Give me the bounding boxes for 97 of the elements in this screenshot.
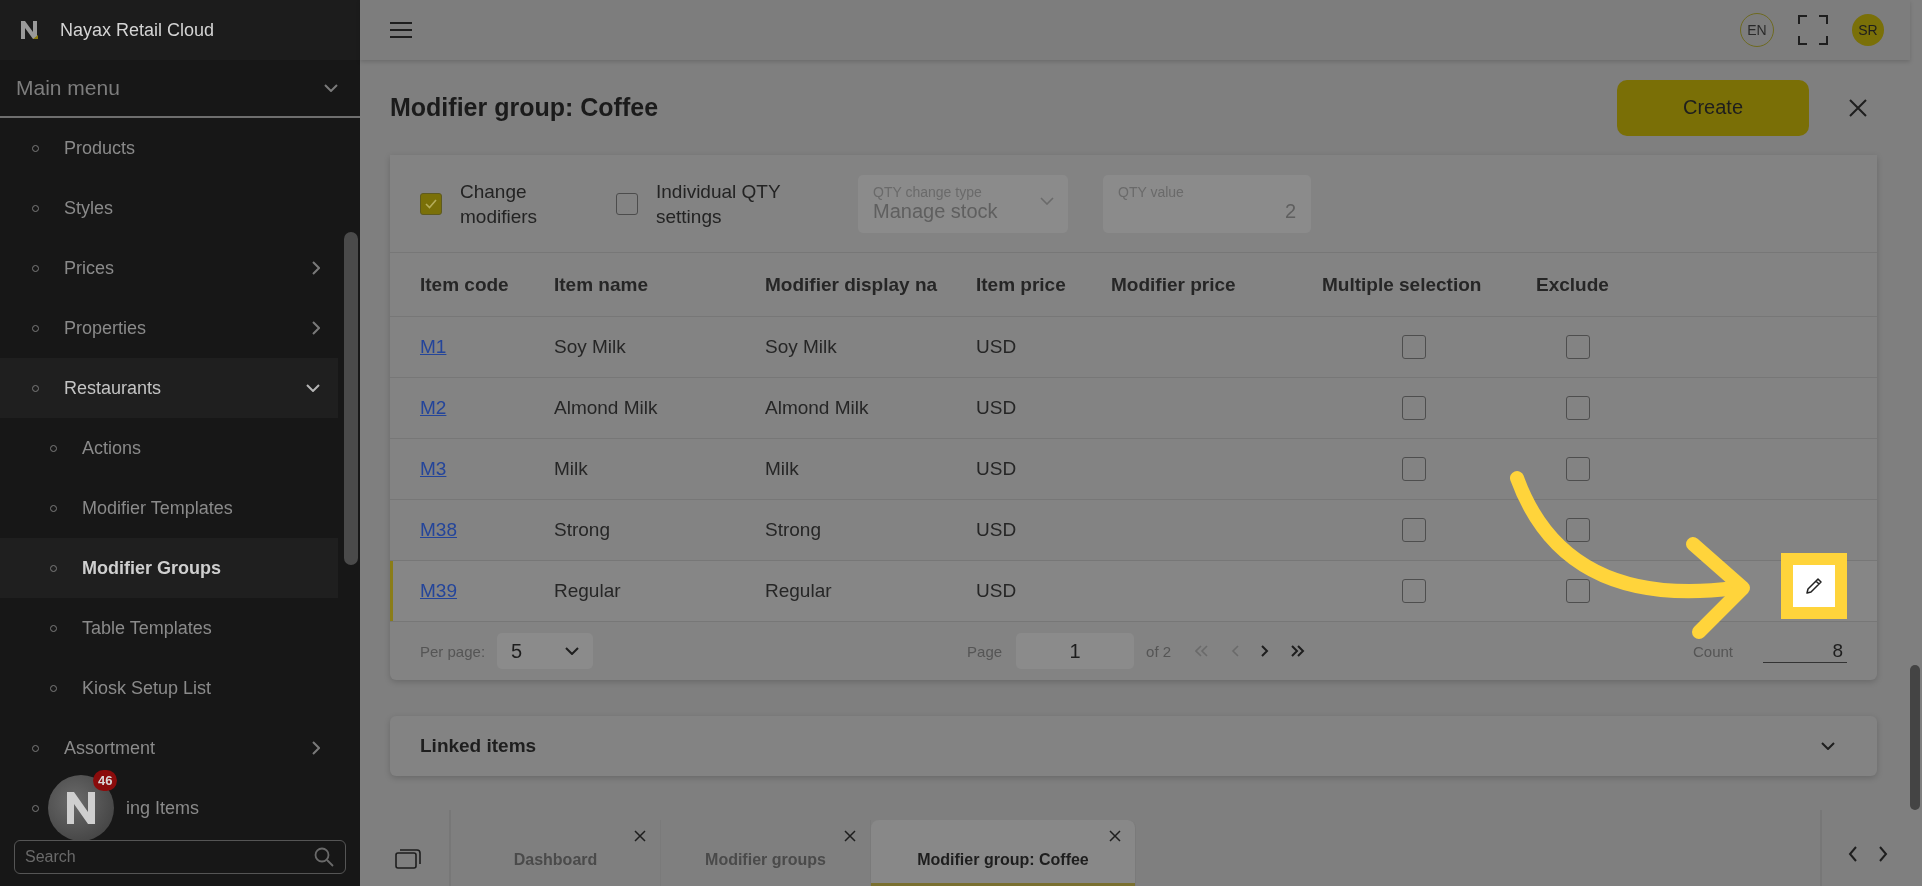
- sidebar-item[interactable]: Products: [0, 118, 338, 178]
- page-field[interactable]: 1: [1016, 633, 1135, 669]
- table-row[interactable]: M1 Soy Milk Soy Milk USD: [390, 317, 1877, 378]
- close-icon[interactable]: [634, 830, 646, 842]
- sidebar-item[interactable]: Properties: [0, 298, 338, 358]
- table-cell-text: USD: [976, 336, 1018, 358]
- column-header: Multiple selection: [1322, 273, 1483, 296]
- table-cell-text: USD: [976, 397, 1018, 419]
- checkbox-label: Change modifiers: [460, 179, 539, 229]
- table-cell-text: Almond Milk: [765, 397, 870, 419]
- column-header: Exclude: [1536, 273, 1610, 296]
- linked-items-panel[interactable]: Linked items: [390, 716, 1877, 776]
- search-icon: [314, 847, 334, 867]
- table-cell-text: USD: [976, 519, 1018, 541]
- scroll-right-icon[interactable]: [1878, 846, 1888, 862]
- chevron-down-icon: [306, 384, 320, 392]
- column-header: Item price: [976, 273, 1067, 296]
- checkbox[interactable]: [1402, 457, 1426, 481]
- chevron-down-icon: [1040, 196, 1054, 205]
- pencil-icon: [1804, 576, 1824, 596]
- checkbox[interactable]: [1402, 518, 1426, 542]
- scrollbar-thumb[interactable]: [344, 232, 358, 565]
- per-page-select[interactable]: 5: [497, 633, 594, 669]
- sidebar-item[interactable]: Restaurants: [0, 358, 338, 418]
- checkbox[interactable]: [1402, 579, 1426, 603]
- item-code-link[interactable]: M3: [420, 458, 447, 479]
- table-cell-text: Almond Milk: [554, 397, 659, 419]
- table-cell-text: Milk: [554, 458, 589, 480]
- table-row[interactable]: M3 Milk Milk USD: [390, 439, 1877, 500]
- tab[interactable]: Modifier group: Coffee: [871, 820, 1136, 886]
- sidebar-item[interactable]: Modifier Groups: [0, 538, 338, 598]
- table-cell-text: Strong: [765, 519, 822, 541]
- checkbox-label: Individual QTY settings: [656, 179, 782, 229]
- next-page-icon[interactable]: [1261, 645, 1270, 657]
- table-cell-text: Regular: [765, 580, 833, 602]
- column-header: Modifier display na: [765, 273, 939, 296]
- chevron-right-icon: [312, 321, 320, 335]
- checkbox[interactable]: [616, 192, 638, 215]
- close-icon[interactable]: [1849, 98, 1867, 117]
- menu-icon[interactable]: [390, 22, 412, 38]
- checkbox[interactable]: [1402, 335, 1426, 359]
- assistant-button[interactable]: [48, 775, 114, 841]
- sidebar-item[interactable]: Prices: [0, 238, 338, 298]
- column-header: Modifier price: [1111, 273, 1237, 296]
- table-row[interactable]: M2 Almond Milk Almond Milk USD: [390, 378, 1877, 439]
- checkbox[interactable]: [1566, 335, 1590, 359]
- user-avatar[interactable]: SR: [1852, 14, 1884, 46]
- checkbox[interactable]: [420, 192, 442, 215]
- page-title: Modifier group: Coffee: [390, 93, 660, 122]
- logo-icon: [20, 19, 40, 41]
- close-icon[interactable]: [1109, 830, 1121, 842]
- menu-title: Main menu: [16, 76, 120, 100]
- checkbox[interactable]: [1566, 396, 1590, 420]
- first-page-icon[interactable]: [1195, 645, 1210, 657]
- table-cell-text: USD: [976, 580, 1018, 602]
- last-page-icon[interactable]: [1291, 645, 1306, 657]
- item-code-link[interactable]: M2: [420, 397, 447, 418]
- notification-badge: 46: [93, 770, 118, 791]
- create-button[interactable]: Create: [1617, 79, 1809, 136]
- item-code-link[interactable]: M39: [420, 580, 457, 601]
- panel-title: Linked items: [420, 735, 537, 757]
- count-value: 8: [1763, 639, 1847, 663]
- table-cell-text: Milk: [765, 458, 800, 480]
- column-header: Item name: [554, 273, 649, 296]
- sidebar-item[interactable]: Styles: [0, 178, 338, 238]
- checkbox[interactable]: [1566, 457, 1590, 481]
- table-cell-text: Strong: [554, 519, 611, 541]
- table-row[interactable]: M39 Regular Regular USD: [390, 561, 1877, 622]
- chevron-right-icon: [312, 261, 320, 275]
- check-icon: [425, 198, 437, 209]
- item-code-link[interactable]: M38: [420, 519, 457, 540]
- scroll-left-icon[interactable]: [1848, 846, 1858, 862]
- sidebar-item[interactable]: Kiosk Setup List: [0, 658, 338, 718]
- sidebar-item[interactable]: Table Templates: [0, 598, 338, 658]
- sidebar-item[interactable]: Modifier Templates: [0, 478, 338, 538]
- table-cell-text: Soy Milk: [765, 336, 838, 358]
- search-field[interactable]: Search: [14, 840, 346, 874]
- edit-button[interactable]: [1781, 553, 1847, 619]
- scrollbar-thumb[interactable]: [1910, 665, 1920, 810]
- chevron-down-icon: [1821, 742, 1835, 750]
- chevron-down-icon: [565, 647, 580, 655]
- windows-icon[interactable]: [395, 848, 421, 870]
- sidebar-item[interactable]: Actions: [0, 418, 338, 478]
- previous-page-icon[interactable]: [1231, 645, 1240, 657]
- close-icon[interactable]: [844, 830, 856, 842]
- fullscreen-icon[interactable]: [1798, 15, 1828, 45]
- column-header: Item code: [420, 273, 510, 296]
- checkbox[interactable]: [1566, 579, 1590, 603]
- table-cell-text: USD: [976, 458, 1018, 480]
- chevron-down-icon: [324, 84, 338, 92]
- checkbox[interactable]: [1402, 396, 1426, 420]
- chevron-right-icon: [312, 741, 320, 755]
- checkbox[interactable]: [1566, 518, 1590, 542]
- app-title: Nayax Retail Cloud: [60, 19, 215, 41]
- item-code-link[interactable]: M1: [420, 336, 447, 357]
- table-cell-text: Soy Milk: [554, 336, 627, 358]
- table-cell-text: Regular: [554, 580, 622, 602]
